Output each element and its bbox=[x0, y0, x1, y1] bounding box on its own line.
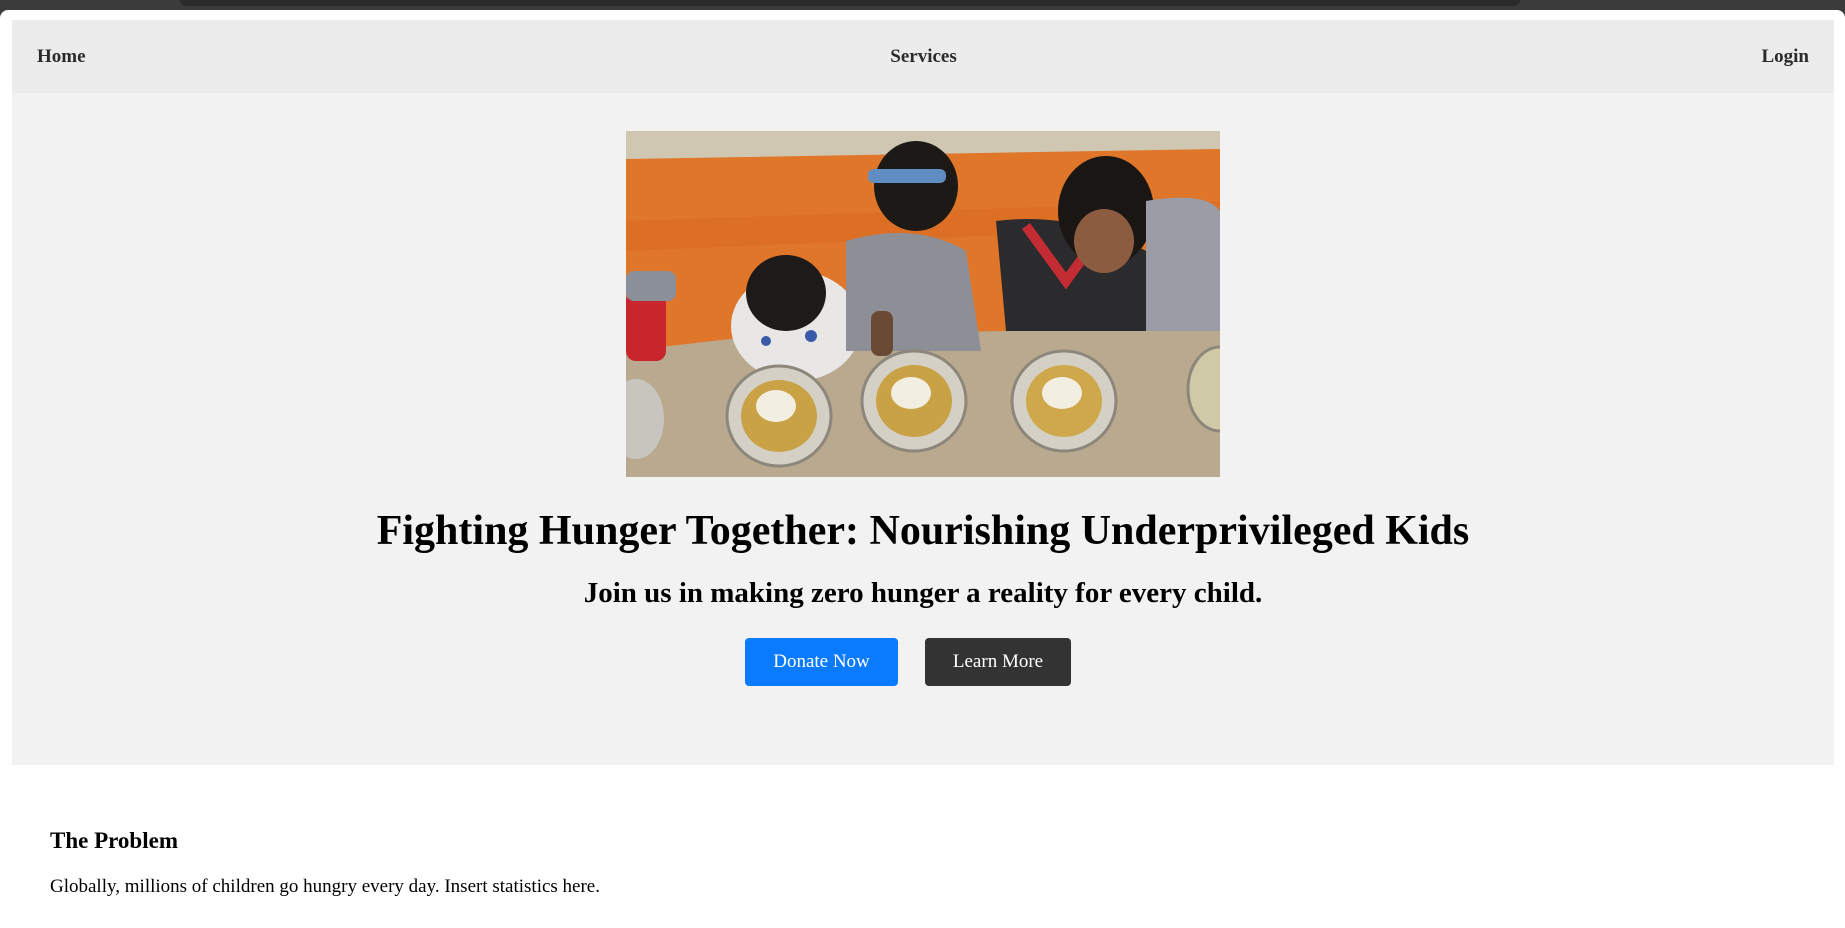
hero-title: Fighting Hunger Together: Nourishing Und… bbox=[376, 508, 1470, 554]
problem-text: Globally, millions of children go hungry… bbox=[50, 876, 600, 897]
page: Home Services Login Fighting Hunger Toge… bbox=[0, 10, 1845, 928]
donate-now-button[interactable]: Donate Now bbox=[745, 638, 898, 686]
nav-services-link[interactable]: Services bbox=[890, 46, 956, 68]
nav-login-link[interactable]: Login bbox=[1761, 46, 1809, 68]
address-bar[interactable] bbox=[180, 0, 1520, 6]
hero-buttons: Donate Now Learn More bbox=[12, 638, 1834, 686]
nav-home-link[interactable]: Home bbox=[37, 46, 86, 68]
learn-more-button[interactable]: Learn More bbox=[925, 638, 1071, 686]
hero-subtitle: Join us in making zero hunger a reality … bbox=[583, 577, 1263, 609]
problem-section: The Problem Globally, millions of childr… bbox=[50, 828, 600, 898]
page-shell: Home Services Login Fighting Hunger Toge… bbox=[12, 20, 1834, 765]
hero-image bbox=[626, 131, 1220, 477]
hero-section: Fighting Hunger Together: Nourishing Und… bbox=[12, 93, 1834, 765]
navbar: Home Services Login bbox=[12, 20, 1834, 93]
problem-heading: The Problem bbox=[50, 828, 178, 853]
